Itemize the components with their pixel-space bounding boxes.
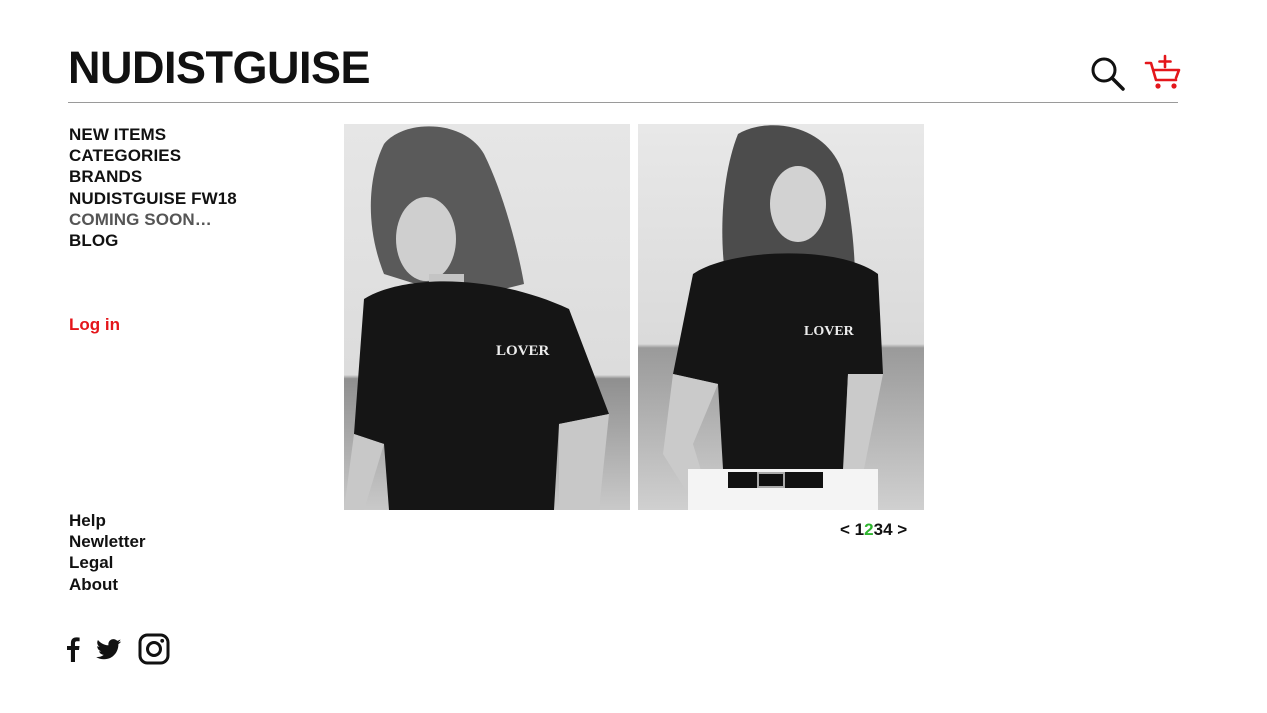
nav-item-new-items[interactable]: NEW ITEMS (69, 124, 237, 145)
login-link[interactable]: Log in (69, 314, 120, 335)
twitter-icon (96, 639, 122, 660)
footer-links: Help Newletter Legal About (69, 510, 146, 595)
add-to-cart-icon (1144, 54, 1181, 89)
pagination: < 1234 > (840, 520, 907, 540)
shirt-print-1: LOVER (496, 343, 550, 359)
pagination-page-4[interactable]: 4 (883, 520, 892, 539)
facebook-icon (67, 637, 80, 662)
instagram-link[interactable] (138, 633, 170, 670)
cart-button[interactable] (1144, 54, 1182, 90)
pagination-page-2[interactable]: 2 (864, 520, 873, 539)
pagination-next[interactable]: > (897, 520, 907, 539)
nav-item-nudistguise-fw18[interactable]: NUDISTGUISE FW18 (69, 188, 237, 209)
footer-link-about[interactable]: About (69, 574, 146, 595)
instagram-icon (138, 633, 170, 665)
header-divider (68, 102, 1178, 103)
footer-link-legal[interactable]: Legal (69, 552, 146, 573)
product-photo-2-image: LOVER (638, 124, 924, 510)
nav-item-coming-soon[interactable]: COMING SOON… (69, 209, 237, 230)
search-icon (1091, 57, 1125, 91)
product-photo-1-image: LOVER (344, 124, 630, 510)
site-logo[interactable]: NUDISTGUISE (68, 42, 371, 94)
product-photo-2[interactable]: LOVER (638, 124, 924, 510)
pagination-page-1[interactable]: 1 (855, 520, 864, 539)
pagination-prev[interactable]: < (840, 520, 850, 539)
facebook-link[interactable] (66, 636, 80, 667)
footer-link-newsletter[interactable]: Newletter (69, 531, 146, 552)
search-button[interactable] (1090, 56, 1126, 92)
footer-link-help[interactable]: Help (69, 510, 146, 531)
nav-item-categories[interactable]: CATEGORIES (69, 145, 237, 166)
nav-item-brands[interactable]: BRANDS (69, 166, 237, 187)
nav-item-blog[interactable]: BLOG (69, 230, 237, 251)
shirt-print-2: LOVER (804, 324, 855, 339)
twitter-link[interactable] (96, 639, 122, 665)
pagination-page-3[interactable]: 3 (874, 520, 883, 539)
product-photo-1[interactable]: LOVER (344, 124, 630, 510)
main-nav: NEW ITEMS CATEGORIES BRANDS NUDISTGUISE … (69, 124, 237, 251)
